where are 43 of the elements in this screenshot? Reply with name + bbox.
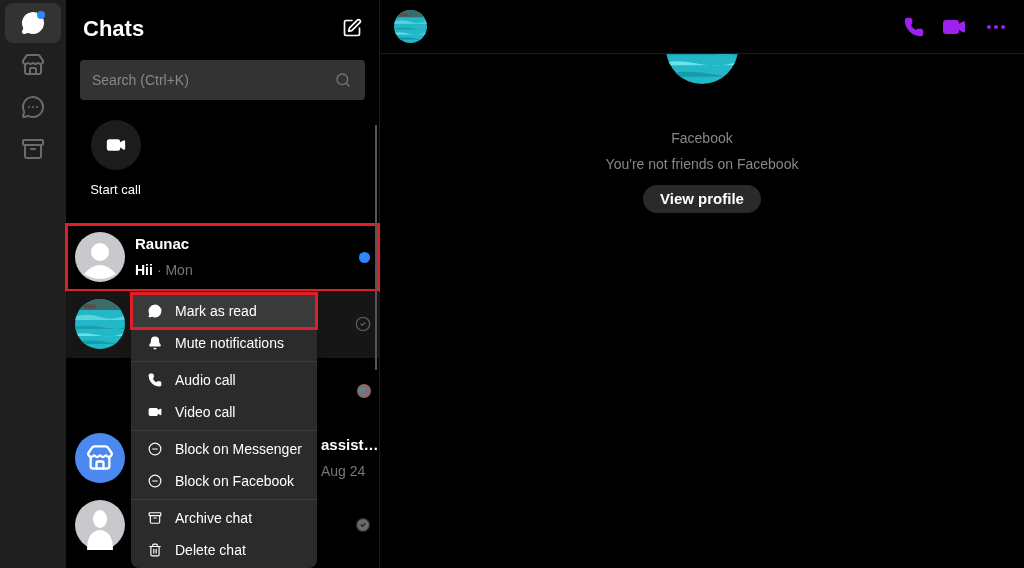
friend-status-text: You're not friends on Facebook — [605, 155, 799, 174]
store-icon — [21, 53, 45, 77]
chat-bubble-icon — [21, 11, 45, 35]
store-avatar-icon — [75, 433, 125, 483]
phone-icon — [148, 373, 162, 387]
menu-item[interactable]: Audio call — [133, 364, 315, 396]
message-time: · Mon — [156, 260, 193, 280]
seen-avatar-icon — [357, 384, 371, 398]
contact-name: assist… — [321, 435, 379, 456]
last-message: Hii — [135, 260, 153, 280]
search-field[interactable]: Search (Ctrl+K) — [80, 60, 365, 100]
avatar-icon — [75, 232, 125, 282]
contact-name: Raunac — [135, 234, 191, 255]
sent-check-icon — [355, 316, 371, 332]
message-time: Aug 24 — [321, 461, 366, 481]
bell-icon — [148, 336, 162, 350]
chat-bubble-icon — [148, 304, 162, 318]
menu-item[interactable]: Mark as read — [133, 295, 315, 327]
chats-title: Chats — [83, 14, 145, 43]
start-call-label: Start call — [90, 181, 141, 199]
compose-icon[interactable] — [342, 18, 362, 38]
chat-row[interactable]: Raunac Hii · Mon — [66, 223, 379, 291]
menu-item[interactable]: Delete chat — [133, 534, 315, 566]
minus-circle-icon — [148, 474, 162, 488]
profile-subtitle: Facebook — [671, 129, 733, 148]
chat-dots-icon — [21, 95, 45, 119]
menu-item[interactable]: Block on Messenger — [133, 433, 315, 465]
search-icon — [335, 72, 351, 88]
avatar-icon — [75, 500, 125, 550]
menu-item[interactable]: Block on Facebook — [133, 465, 315, 497]
menu-item[interactable]: Mute notifications — [133, 327, 315, 359]
menu-item[interactable]: Video call — [133, 396, 315, 428]
delivered-check-icon — [355, 517, 371, 533]
video-camera-icon — [148, 405, 162, 419]
start-call-button[interactable] — [91, 120, 141, 170]
archive-icon — [21, 137, 45, 161]
menu-item[interactable]: Archive chat — [133, 502, 315, 534]
trash-icon — [148, 543, 162, 557]
view-profile-button[interactable]: View profile — [643, 185, 761, 213]
rail-button[interactable] — [5, 3, 61, 43]
archive-icon — [148, 511, 162, 525]
phone-icon[interactable] — [904, 16, 924, 37]
minus-circle-icon — [148, 442, 162, 456]
